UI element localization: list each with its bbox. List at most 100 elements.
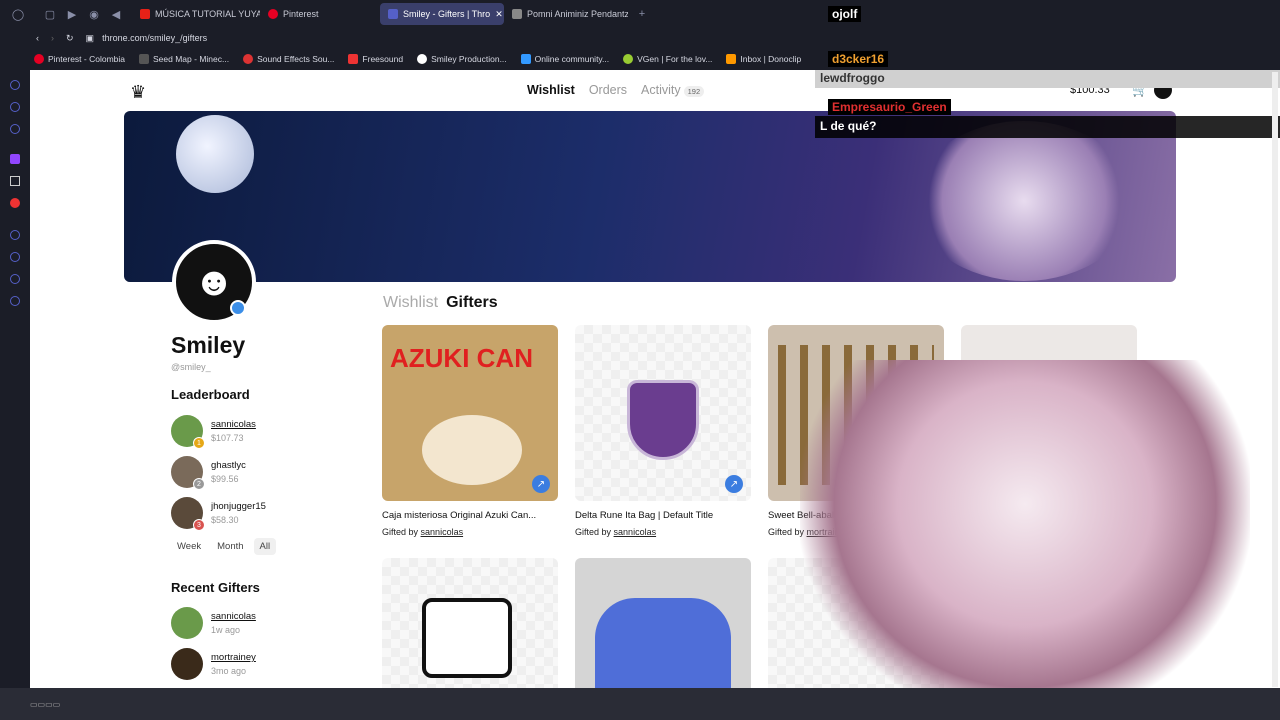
sidebar-app-icon[interactable] [10, 102, 20, 112]
gifter-name[interactable]: ghastlyc [211, 460, 246, 471]
nav-activity-label: Activity [641, 83, 681, 97]
cat-figure [422, 415, 522, 485]
dog-figure [422, 598, 512, 678]
avatar [171, 648, 203, 680]
tab-1[interactable]: Pinterest [260, 3, 380, 25]
reload-icon[interactable]: ↻ [66, 33, 74, 44]
bookmark-favicon-icon [520, 54, 531, 64]
scrollbar[interactable] [1272, 72, 1278, 687]
gifted-by-label: Gifted by [382, 527, 419, 537]
sidebar-app-icon[interactable] [10, 230, 20, 240]
nav-orders[interactable]: Orders [589, 83, 627, 97]
gifter-name[interactable]: sannicolas [211, 419, 256, 430]
gifter-name[interactable]: sannicolas [211, 611, 256, 622]
tab-3[interactable]: Pomni Animiniz Pendantz [504, 3, 628, 25]
bookmark-favicon-icon [243, 54, 254, 64]
tab-wishlist[interactable]: Wishlist [383, 294, 438, 312]
nav-activity[interactable]: Activity 192 [641, 83, 705, 97]
obs-status-bar: ▭▭▭▭ [0, 688, 1280, 720]
media-icon[interactable]: ◉ [86, 6, 102, 22]
activity-count-badge: 192 [683, 86, 705, 97]
bookmark-2[interactable]: Sound Effects Sou... [243, 54, 334, 64]
external-link-icon[interactable]: ↗ [532, 475, 550, 493]
sidebar-app-icon[interactable] [10, 198, 20, 208]
leaderboard-row[interactable]: 2 ghastlyc $99.56 [171, 456, 246, 490]
settings-icon[interactable] [10, 296, 20, 306]
recent-gifter-row[interactable]: sannicolas 1w ago [171, 607, 256, 639]
tab-favicon-icon [268, 9, 278, 19]
bookmark-1[interactable]: Seed Map - Minec... [139, 54, 229, 64]
bookmark-0[interactable]: Pinterest - Colombia [34, 54, 125, 64]
rank-badge: 1 [193, 437, 205, 449]
gifter-name[interactable]: jhonjugger15 [211, 501, 266, 512]
recent-gifters-title: Recent Gifters [171, 580, 260, 595]
gift-card-image[interactable] [382, 558, 558, 688]
bookmark-favicon-icon [139, 54, 150, 64]
gift-card-image[interactable]: ↗ [575, 325, 751, 501]
sidebar-app-icon[interactable] [10, 124, 20, 134]
profile-name: Smiley [171, 332, 246, 358]
nav-wishlist[interactable]: Wishlist [527, 83, 575, 97]
bookmark-label: Seed Map - Minec... [153, 54, 230, 64]
chat-message-bar [815, 116, 1280, 138]
bookmark-label: Inbox | Donoclip [740, 54, 802, 64]
gift-card-image[interactable] [575, 558, 751, 688]
recent-gifter-row[interactable]: mortrainey 3mo ago [171, 648, 256, 680]
period-month[interactable]: Month [211, 538, 249, 555]
new-tab-icon[interactable]: + [634, 6, 650, 22]
gifter-amount: $99.56 [211, 474, 239, 484]
gifted-by: Gifted by sannicolas [575, 527, 656, 537]
tab-label: Pomni Animiniz Pendantz [527, 9, 628, 19]
leaderboard-row[interactable]: 3 jhonjugger15 $58.30 [171, 497, 266, 531]
profile-handle: @smiley_ [171, 362, 211, 372]
chat-username: lewdfroggo [820, 71, 885, 85]
product-label: AZUKI CAN [390, 343, 533, 373]
tab-2[interactable]: Smiley - Gifters | Thro ✕ [380, 3, 504, 25]
verified-badge-icon [230, 300, 246, 316]
sidebar-app-icon[interactable] [10, 274, 20, 284]
gifted-by-label: Gifted by [575, 527, 612, 537]
twitch-icon[interactable] [10, 154, 20, 164]
bookmark-3[interactable]: Freesound [348, 54, 403, 64]
gifter-link[interactable]: sannicolas [614, 527, 657, 537]
tab-gifters[interactable]: Gifters [446, 294, 498, 312]
tab-label: MÚSICA TUTORIAL YUYA [155, 9, 260, 19]
bookmark-7[interactable]: Inbox | Donoclip [726, 54, 801, 64]
youtube-icon[interactable]: ▶ [64, 6, 80, 22]
bookmark-label: Sound Effects Sou... [257, 54, 335, 64]
bookmark-label: Freesound [362, 54, 404, 64]
gifter-name[interactable]: mortrainey [211, 652, 256, 663]
slider-icon[interactable]: ▭▭▭▭ [30, 700, 60, 709]
opera-logo-icon[interactable]: ◯ [10, 6, 26, 22]
url-field[interactable]: throne.com/smiley_/gifters [102, 33, 207, 43]
chat-username: ojolf [828, 6, 862, 22]
history-icon[interactable] [10, 252, 20, 262]
bookmark-5[interactable]: Online community... [520, 54, 609, 64]
sidebar-app-icon[interactable] [10, 80, 20, 90]
workspace-icon[interactable]: ▢ [42, 6, 58, 22]
close-tab-icon[interactable]: ✕ [495, 9, 503, 20]
gifter-link[interactable]: sannicolas [421, 527, 464, 537]
gifted-by-label: Gifted by [768, 527, 805, 537]
external-link-icon[interactable]: ↗ [725, 475, 743, 493]
x-icon[interactable] [10, 176, 20, 186]
chat-username: Empresaurio_Green [828, 99, 951, 115]
period-filter: Week Month All [171, 538, 277, 555]
bookmark-4[interactable]: Smiley Production... [417, 54, 507, 64]
forward-icon[interactable]: › [51, 33, 54, 43]
banner-character [914, 121, 1134, 281]
tab-0[interactable]: MÚSICA TUTORIAL YUYA [132, 3, 260, 25]
bag-figure [627, 380, 699, 460]
period-all[interactable]: All [253, 538, 277, 555]
period-week[interactable]: Week [171, 538, 207, 555]
rank-badge: 3 [193, 519, 205, 531]
back-icon[interactable]: ‹ [36, 33, 39, 43]
throne-logo-icon[interactable]: ♛ [130, 82, 146, 103]
bookmark-6[interactable]: VGen | For the lov... [623, 54, 712, 64]
gift-tabs: Wishlist Gifters [383, 294, 498, 312]
bookmark-favicon-icon [417, 54, 428, 64]
speaker-icon[interactable]: ◀ [108, 6, 124, 22]
leaderboard-row[interactable]: 1 sannicolas $107.73 [171, 415, 256, 449]
chat-message: L de qué? [820, 119, 877, 133]
gift-card-image[interactable]: AZUKI CAN ↗ [382, 325, 558, 501]
